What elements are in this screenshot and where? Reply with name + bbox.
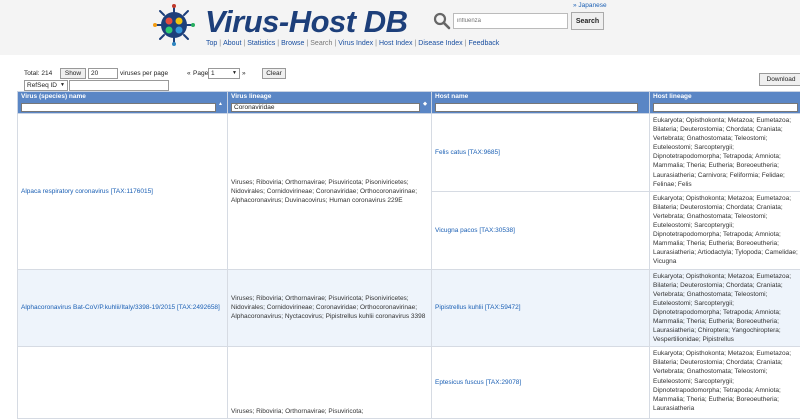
virus-lineage-cell: Viruses; Riboviria; Orthornavirae; Pisuv…: [228, 347, 432, 419]
id-type-select[interactable]: RefSeq ID ▼: [24, 80, 68, 91]
column-label: Host name: [435, 93, 646, 101]
page-select[interactable]: 1 ▼: [208, 68, 240, 79]
page-label: Page: [193, 70, 208, 77]
host-link[interactable]: Felis catus [TAX:9685]: [435, 149, 500, 156]
virus-name-filter-input[interactable]: [21, 103, 216, 112]
site-logo-text[interactable]: Virus-Host DB: [205, 4, 407, 40]
id-search-input[interactable]: [69, 80, 169, 91]
host-name-cell: Felis catus [TAX:9685]: [432, 114, 650, 192]
host-lineage-cell: Eukaryota; Opisthokonta; Metazoa; Eumeta…: [650, 191, 800, 269]
nav-about[interactable]: About: [223, 40, 241, 47]
host-link[interactable]: Vicugna pacos [TAX:30538]: [435, 227, 515, 234]
sort-asc-icon[interactable]: ▲: [218, 101, 223, 107]
search-input[interactable]: [453, 13, 568, 29]
column-header-host-lineage[interactable]: Host lineage: [650, 92, 800, 114]
virus-logo-icon[interactable]: [153, 4, 195, 46]
table-row: Viruses; Riboviria; Orthornavirae; Pisuv…: [18, 347, 800, 419]
host-name-cell: Vicugna pacos [TAX:30538]: [432, 191, 650, 269]
nav-disease-index[interactable]: Disease Index: [418, 40, 462, 47]
nav-statistics[interactable]: Statistics: [247, 40, 275, 47]
host-name-cell: Eptesicus fuscus [TAX:29078]: [432, 347, 650, 419]
host-name-cell: Pipistrellus kuhlii [TAX:59472]: [432, 269, 650, 347]
column-label: Virus (species) name: [21, 93, 224, 101]
host-link[interactable]: Pipistrellus kuhlii [TAX:59472]: [435, 304, 521, 311]
per-page-label: viruses per page: [120, 70, 168, 77]
column-header-virus-lineage[interactable]: Virus lineage ◆: [228, 92, 432, 114]
next-page-link[interactable]: »: [242, 70, 246, 77]
virus-link[interactable]: Alpaca respiratory coronavirus [TAX:1176…: [21, 188, 153, 195]
virus-name-cell: [18, 347, 228, 419]
nav-host-index[interactable]: Host Index: [379, 40, 412, 47]
nav-search[interactable]: Search: [310, 40, 332, 47]
download-button[interactable]: Download: [759, 73, 800, 86]
page-select-value: 1: [211, 70, 215, 77]
search-button[interactable]: Search: [571, 12, 604, 30]
column-header-host-name[interactable]: Host name: [432, 92, 650, 114]
virus-link[interactable]: Alphacoronavirus Bat-CoV/P.kuhlii/Italy/…: [21, 304, 220, 311]
host-lineage-cell: Eukaryota; Opisthokonta; Metazoa; Eumeta…: [650, 347, 800, 419]
nav-feedback[interactable]: Feedback: [468, 40, 499, 47]
japanese-language-link[interactable]: » Japanese: [573, 2, 607, 9]
nav-virus-index[interactable]: Virus Index: [338, 40, 373, 47]
chevron-down-icon: ▼: [60, 82, 65, 88]
search-icon: [433, 12, 451, 30]
per-page-input[interactable]: [88, 68, 118, 79]
virus-lineage-cell: Viruses; Riboviria; Orthornavirae; Pisuv…: [228, 269, 432, 347]
total-count: Total: 214: [24, 70, 52, 77]
results-table: Virus (species) name ▲ Virus lineage ◆ H…: [17, 91, 800, 419]
clear-button[interactable]: Clear: [262, 68, 286, 79]
virus-lineage-filter-input[interactable]: [231, 103, 420, 112]
id-type-select-value: RefSeq ID: [27, 82, 57, 89]
nav-browse[interactable]: Browse: [281, 40, 304, 47]
virus-lineage-cell: Viruses; Riboviria; Orthornavirae; Pisuv…: [228, 114, 432, 270]
site-header: Virus-Host DB » Japanese Search Top|Abou…: [0, 0, 800, 55]
nav-top[interactable]: Top: [206, 40, 217, 47]
host-lineage-cell: Eukaryota; Opisthokonta; Metazoa; Eumeta…: [650, 114, 800, 192]
host-name-filter-input[interactable]: [435, 103, 638, 112]
show-button[interactable]: Show: [60, 68, 86, 79]
previous-page-link[interactable]: «: [187, 70, 191, 77]
main-nav: Top|About|Statistics|Browse|Search|Virus…: [206, 40, 499, 47]
virus-name-cell: Alphacoronavirus Bat-CoV/P.kuhlii/Italy/…: [18, 269, 228, 347]
host-link[interactable]: Eptesicus fuscus [TAX:29078]: [435, 379, 521, 386]
column-label: Host lineage: [653, 93, 800, 101]
table-row: Alphacoronavirus Bat-CoV/P.kuhlii/Italy/…: [18, 269, 800, 347]
host-lineage-cell: Eukaryota; Opisthokonta; Metazoa; Eumeta…: [650, 269, 800, 347]
sort-icon[interactable]: ◆: [423, 101, 427, 107]
host-lineage-filter-input[interactable]: [653, 103, 798, 112]
table-row: Alpaca respiratory coronavirus [TAX:1176…: [18, 114, 800, 192]
virus-name-cell: Alpaca respiratory coronavirus [TAX:1176…: [18, 114, 228, 270]
column-label: Virus lineage: [231, 93, 428, 101]
chevron-down-icon: ▼: [232, 70, 237, 76]
column-header-virus-name[interactable]: Virus (species) name ▲: [18, 92, 228, 114]
